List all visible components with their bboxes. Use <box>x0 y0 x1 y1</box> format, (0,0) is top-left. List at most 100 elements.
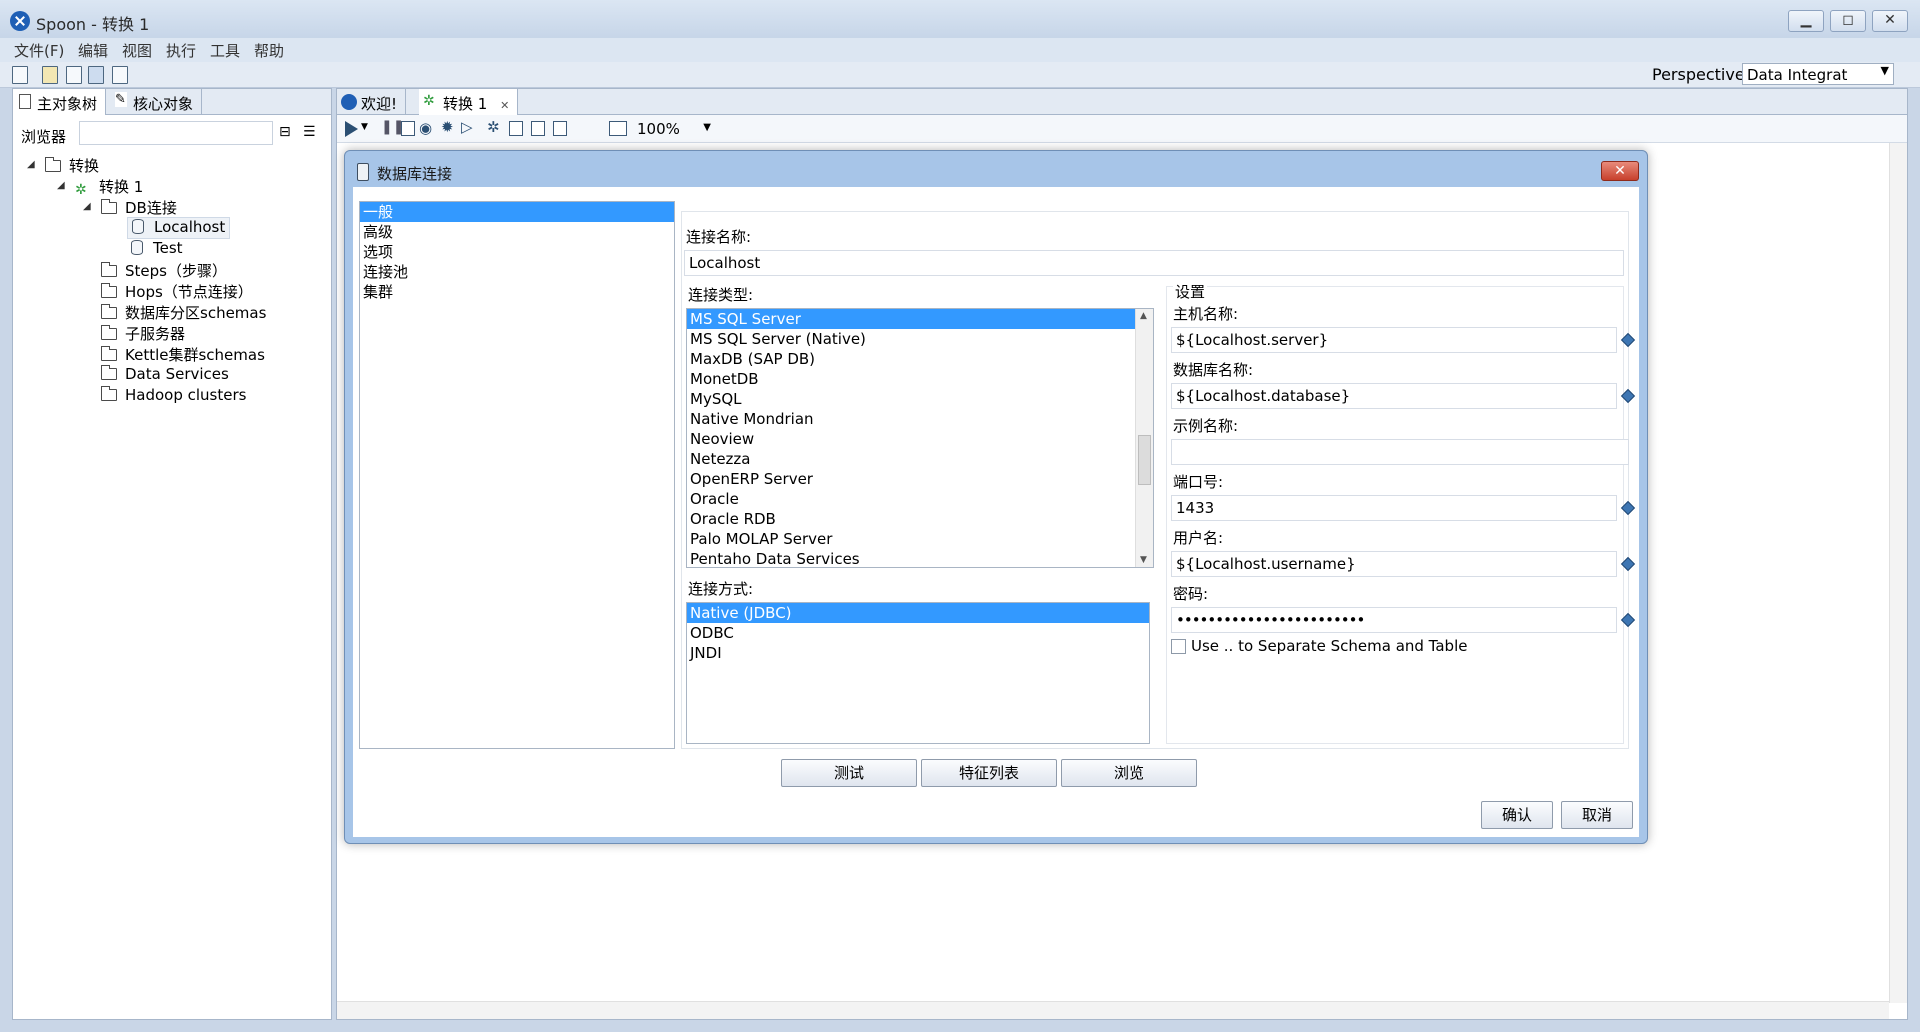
list-item[interactable]: ODBC <box>687 623 1149 643</box>
minimize-button[interactable]: ▁ <box>1788 10 1824 32</box>
port-input[interactable]: 1433 <box>1171 495 1617 521</box>
tab-core-objects[interactable]: ✎ 核心对象 <box>109 89 203 115</box>
list-item[interactable]: Pentaho Data Services <box>687 549 1153 567</box>
dialog-body: 一般 高级 选项 连接池 集群 连接名称: Localhost 连接类型: MS… <box>353 187 1639 837</box>
list-item[interactable]: MySQL <box>687 389 1153 409</box>
password-input[interactable]: •••••••••••••••••••••••• <box>1171 607 1617 633</box>
sql-icon[interactable] <box>531 121 545 136</box>
category-options[interactable]: 选项 <box>360 242 674 262</box>
explore-repository-icon[interactable] <box>66 66 82 84</box>
tree-label: DB连接 <box>125 199 177 217</box>
transformation-icon: ✲ <box>423 93 435 109</box>
zoom-value: 100% <box>637 120 680 138</box>
list-item[interactable]: Oracle <box>687 489 1153 509</box>
list-item[interactable]: MS SQL Server (Native) <box>687 329 1153 349</box>
replay-icon[interactable]: ▷ <box>461 118 473 136</box>
separate-schema-checkbox[interactable] <box>1171 639 1186 654</box>
instance-name-input[interactable] <box>1171 439 1629 465</box>
stop-icon[interactable] <box>401 121 415 136</box>
verify-icon[interactable]: ✲ <box>487 118 500 136</box>
collapse-all-icon[interactable]: ☰ <box>303 124 316 140</box>
menu-view[interactable]: 视图 <box>122 40 152 61</box>
maximize-button[interactable]: ◻ <box>1830 10 1866 32</box>
menu-help[interactable]: 帮助 <box>254 40 284 61</box>
list-item[interactable]: MonetDB <box>687 369 1153 389</box>
tree-steps[interactable]: Steps（步骤） <box>101 260 227 282</box>
category-cluster[interactable]: 集群 <box>360 282 674 302</box>
list-item[interactable]: MaxDB (SAP DB) <box>687 349 1153 369</box>
menu-file[interactable]: 文件(F) <box>14 40 64 61</box>
new-file-icon[interactable] <box>12 66 28 84</box>
category-pooling[interactable]: 连接池 <box>360 262 674 282</box>
vertical-scrollbar[interactable] <box>1889 143 1907 1003</box>
explore-db-icon[interactable] <box>553 121 567 136</box>
test-button[interactable]: 测试 <box>781 759 917 787</box>
feature-list-button[interactable]: 特征列表 <box>921 759 1057 787</box>
connection-name-input[interactable]: Localhost <box>684 250 1624 276</box>
folder-icon <box>101 262 117 277</box>
browser-search-input[interactable] <box>79 121 273 145</box>
tree-hops[interactable]: Hops（节点连接） <box>101 281 253 303</box>
list-item[interactable]: Netezza <box>687 449 1153 469</box>
open-file-icon[interactable] <box>42 66 58 84</box>
menu-tools[interactable]: 工具 <box>210 40 240 61</box>
preview-icon[interactable]: ◉ <box>419 119 432 137</box>
menu-edit[interactable]: 编辑 <box>78 40 108 61</box>
hostname-input[interactable]: ${Localhost.server} <box>1171 327 1617 353</box>
perspective-select[interactable]: Data Integrat ▼ <box>1742 63 1894 85</box>
close-tab-icon[interactable]: ✕ <box>500 99 509 112</box>
tree-db-localhost[interactable]: Localhost <box>127 217 231 239</box>
save-as-icon[interactable] <box>112 66 128 84</box>
expand-triangle-icon[interactable]: ◢ <box>57 180 65 191</box>
horizontal-scrollbar[interactable] <box>337 1001 1889 1019</box>
list-item[interactable]: Native (JDBC) <box>687 603 1149 623</box>
tree-root-trans[interactable]: ◢ 转换 <box>27 155 99 177</box>
tree-partition-schemas[interactable]: 数据库分区schemas <box>101 302 266 324</box>
scroll-down-icon[interactable]: ▼ <box>1140 555 1147 565</box>
tree-cluster-schemas[interactable]: Kettle集群schemas <box>101 344 265 366</box>
list-item[interactable]: Native Mondrian <box>687 409 1153 429</box>
list-item[interactable]: Oracle RDB <box>687 509 1153 529</box>
close-window-button[interactable]: ✕ <box>1872 10 1908 32</box>
impact-icon[interactable] <box>509 121 523 136</box>
tab-main-tree[interactable]: 主对象树 <box>13 89 107 115</box>
connection-type-scrollbar[interactable]: ▲ ▼ <box>1135 309 1153 567</box>
run-options-chevron-icon[interactable]: ▼ <box>361 122 368 132</box>
dialog-close-button[interactable]: ✕ <box>1601 161 1639 181</box>
separate-schema-label: Use .. to Separate Schema and Table <box>1191 637 1468 655</box>
category-advanced[interactable]: 高级 <box>360 222 674 242</box>
tab-trans-1[interactable]: ✲ 转换 1 ✕ <box>419 89 519 115</box>
scroll-up-icon[interactable]: ▲ <box>1140 311 1147 321</box>
tree-db-test[interactable]: Test <box>131 239 183 261</box>
ok-button[interactable]: 确认 <box>1481 801 1553 829</box>
debug-icon[interactable]: ✹ <box>441 118 454 136</box>
tree-trans-1[interactable]: ◢ ✲ 转换 1 <box>57 176 143 198</box>
tree-db-connections[interactable]: ◢ DB连接 <box>83 197 177 219</box>
connection-type-list[interactable]: MS SQL Server MS SQL Server (Native) Max… <box>686 308 1154 568</box>
username-input[interactable]: ${Localhost.username} <box>1171 551 1617 577</box>
tree-slave-servers[interactable]: 子服务器 <box>101 323 185 345</box>
expand-triangle-icon[interactable]: ◢ <box>83 201 91 212</box>
tab-label: 主对象树 <box>37 95 98 113</box>
show-results-icon[interactable] <box>609 121 627 136</box>
tree-data-services[interactable]: Data Services <box>101 365 229 387</box>
access-method-list[interactable]: Native (JDBC) ODBC JNDI <box>686 602 1150 744</box>
list-item[interactable]: Palo MOLAP Server <box>687 529 1153 549</box>
save-icon[interactable] <box>88 66 104 84</box>
tree-hadoop-clusters[interactable]: Hadoop clusters <box>101 386 246 408</box>
list-item[interactable]: JNDI <box>687 643 1149 663</box>
cancel-button[interactable]: 取消 <box>1561 801 1633 829</box>
list-item[interactable]: MS SQL Server <box>687 309 1135 329</box>
zoom-select[interactable]: 100% ▼ <box>637 120 713 140</box>
expand-triangle-icon[interactable]: ◢ <box>27 159 35 170</box>
scroll-thumb[interactable] <box>1138 435 1151 485</box>
explore-button[interactable]: 浏览 <box>1061 759 1197 787</box>
list-item[interactable]: OpenERP Server <box>687 469 1153 489</box>
database-name-input[interactable]: ${Localhost.database} <box>1171 383 1617 409</box>
expand-all-icon[interactable]: ⊟ <box>279 124 291 140</box>
list-item[interactable]: Neoview <box>687 429 1153 449</box>
run-icon[interactable] <box>345 121 358 137</box>
tab-welcome[interactable]: 欢迎! <box>337 89 407 115</box>
category-general[interactable]: 一般 <box>360 202 674 222</box>
menu-run[interactable]: 执行 <box>166 40 196 61</box>
